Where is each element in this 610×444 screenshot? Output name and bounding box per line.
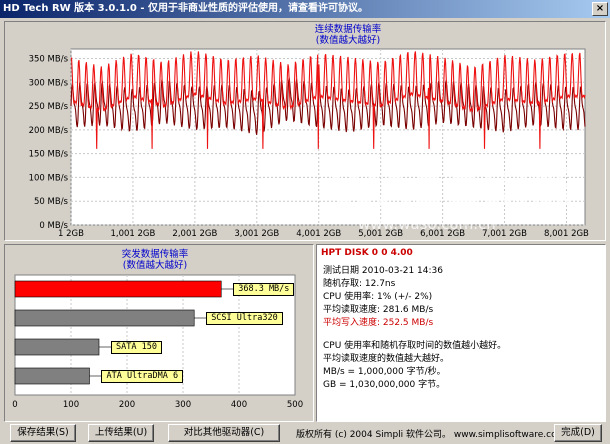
- x-tick-label: 1 2GB: [58, 229, 84, 239]
- x-tick-label: 7,001 2GB: [482, 229, 527, 239]
- burst-bar-label: SCSI Ultra320: [206, 312, 283, 325]
- plot-area: [70, 48, 586, 226]
- burst-title-line2: (数值越大越好): [123, 259, 187, 271]
- burst-x-tick-label: 200: [119, 400, 135, 410]
- burst-bar: [14, 367, 90, 385]
- x-tick-label: 4,001 2GB: [296, 229, 341, 239]
- y-tick-label: 150 MB/s: [29, 150, 69, 160]
- x-tick-label: 8,001 2GB: [544, 229, 589, 239]
- note-mbs-definition: MB/s = 1,000,000 字节/秒。: [323, 367, 446, 377]
- y-tick-label: 300 MB/s: [29, 78, 69, 88]
- y-tick-label: 100 MB/s: [29, 173, 69, 183]
- test-date: 测试日期 2010-03-21 14:36: [323, 266, 443, 276]
- x-tick-label: 5,001 2GB: [358, 229, 403, 239]
- note-gb-definition: GB = 1,030,000,000 字节。: [323, 380, 446, 390]
- random-access-time: 随机存取: 12.7ns: [323, 279, 396, 289]
- done-button[interactable]: 完成(D): [554, 424, 602, 442]
- x-tick-label: 3,001 2GB: [234, 229, 279, 239]
- burst-x-tick-label: 500: [287, 400, 303, 410]
- info-panel: HPT DISK 0 0 4.00 测试日期 2010-03-21 14:36 …: [316, 244, 606, 422]
- y-tick-label: 50 MB/s: [34, 197, 69, 207]
- chart-title-line2: (数值越大越好): [316, 34, 380, 46]
- burst-x-tick-label: 300: [175, 400, 191, 410]
- window-titlebar: HD Tech RW 版本 3.0.1.0 - 仅用于非商业性质的评估使用，请查…: [0, 0, 610, 18]
- burst-chart-panel: 突发数据传输率 (数值越大越好) 0 100 200 300 400 500 368.3 MB…: [4, 244, 314, 422]
- note-cpu-random: CPU 使用率和随机存取时间的数值越小越好。: [323, 341, 507, 351]
- burst-x-tick-label: 400: [231, 400, 247, 410]
- window-title: HD Tech RW 版本 3.0.1.0 - 仅用于非商业性质的评估使用，请查…: [3, 3, 368, 14]
- sequential-chart: 连续数据传输率(数值越大越好)0 MB/s50 MB/s100 MB/s150 …: [29, 23, 589, 239]
- upload-results-button[interactable]: 上传结果(U): [88, 424, 154, 442]
- burst-title-line1: 突发数据传输率: [122, 248, 189, 260]
- y-tick-label: 250 MB/s: [29, 102, 69, 112]
- chart-title-line1: 连续数据传输率: [315, 23, 382, 35]
- burst-bar-label: ATA UltraDMA 6: [101, 370, 184, 383]
- average-read-speed: 平均读取速度: 281.6 MB/s: [323, 305, 434, 315]
- note-read-speed: 平均读取速度的数值越大越好。: [323, 354, 450, 364]
- x-tick-label: 2,001 2GB: [172, 229, 217, 239]
- burst-x-tick-label: 0: [12, 400, 17, 410]
- burst-bar: [14, 280, 222, 298]
- sequential-chart-panel: 连续数据传输率 (数值越大越好) 0 MB/s 50 MB/s 100 MB/s 150 …: [4, 21, 606, 241]
- y-tick-label: 200 MB/s: [29, 126, 69, 136]
- x-tick-label: 6,001 2GB: [420, 229, 465, 239]
- burst-bar: [14, 309, 195, 327]
- burst-x-tick-label: 100: [63, 400, 79, 410]
- save-results-button[interactable]: 保存结果(S): [10, 424, 76, 442]
- close-button[interactable]: ×: [592, 2, 608, 16]
- y-tick-label: 350 MB/s: [29, 55, 69, 65]
- copyright-text: 版权所有 (c) 2004 Simpli 软件公司。 www.simplisof…: [296, 430, 566, 440]
- average-write-speed: 平均写入速度: 252.5 MB/s: [323, 318, 434, 328]
- burst-bar-label: SATA 150: [111, 341, 162, 354]
- burst-chart: 突发数据传输率(数值越大越好) 0 100 200 300 400 500: [12, 248, 303, 410]
- burst-bar-label: 368.3 MB/s: [233, 283, 295, 296]
- compare-drives-button[interactable]: 对比其他驱动器(C): [168, 424, 280, 442]
- disk-name: HPT DISK 0 0 4.00: [321, 248, 413, 258]
- cpu-usage: CPU 使用率: 1% (+/- 2%): [323, 292, 433, 302]
- x-tick-label: 1,001 2GB: [110, 229, 155, 239]
- burst-bar: [14, 338, 100, 356]
